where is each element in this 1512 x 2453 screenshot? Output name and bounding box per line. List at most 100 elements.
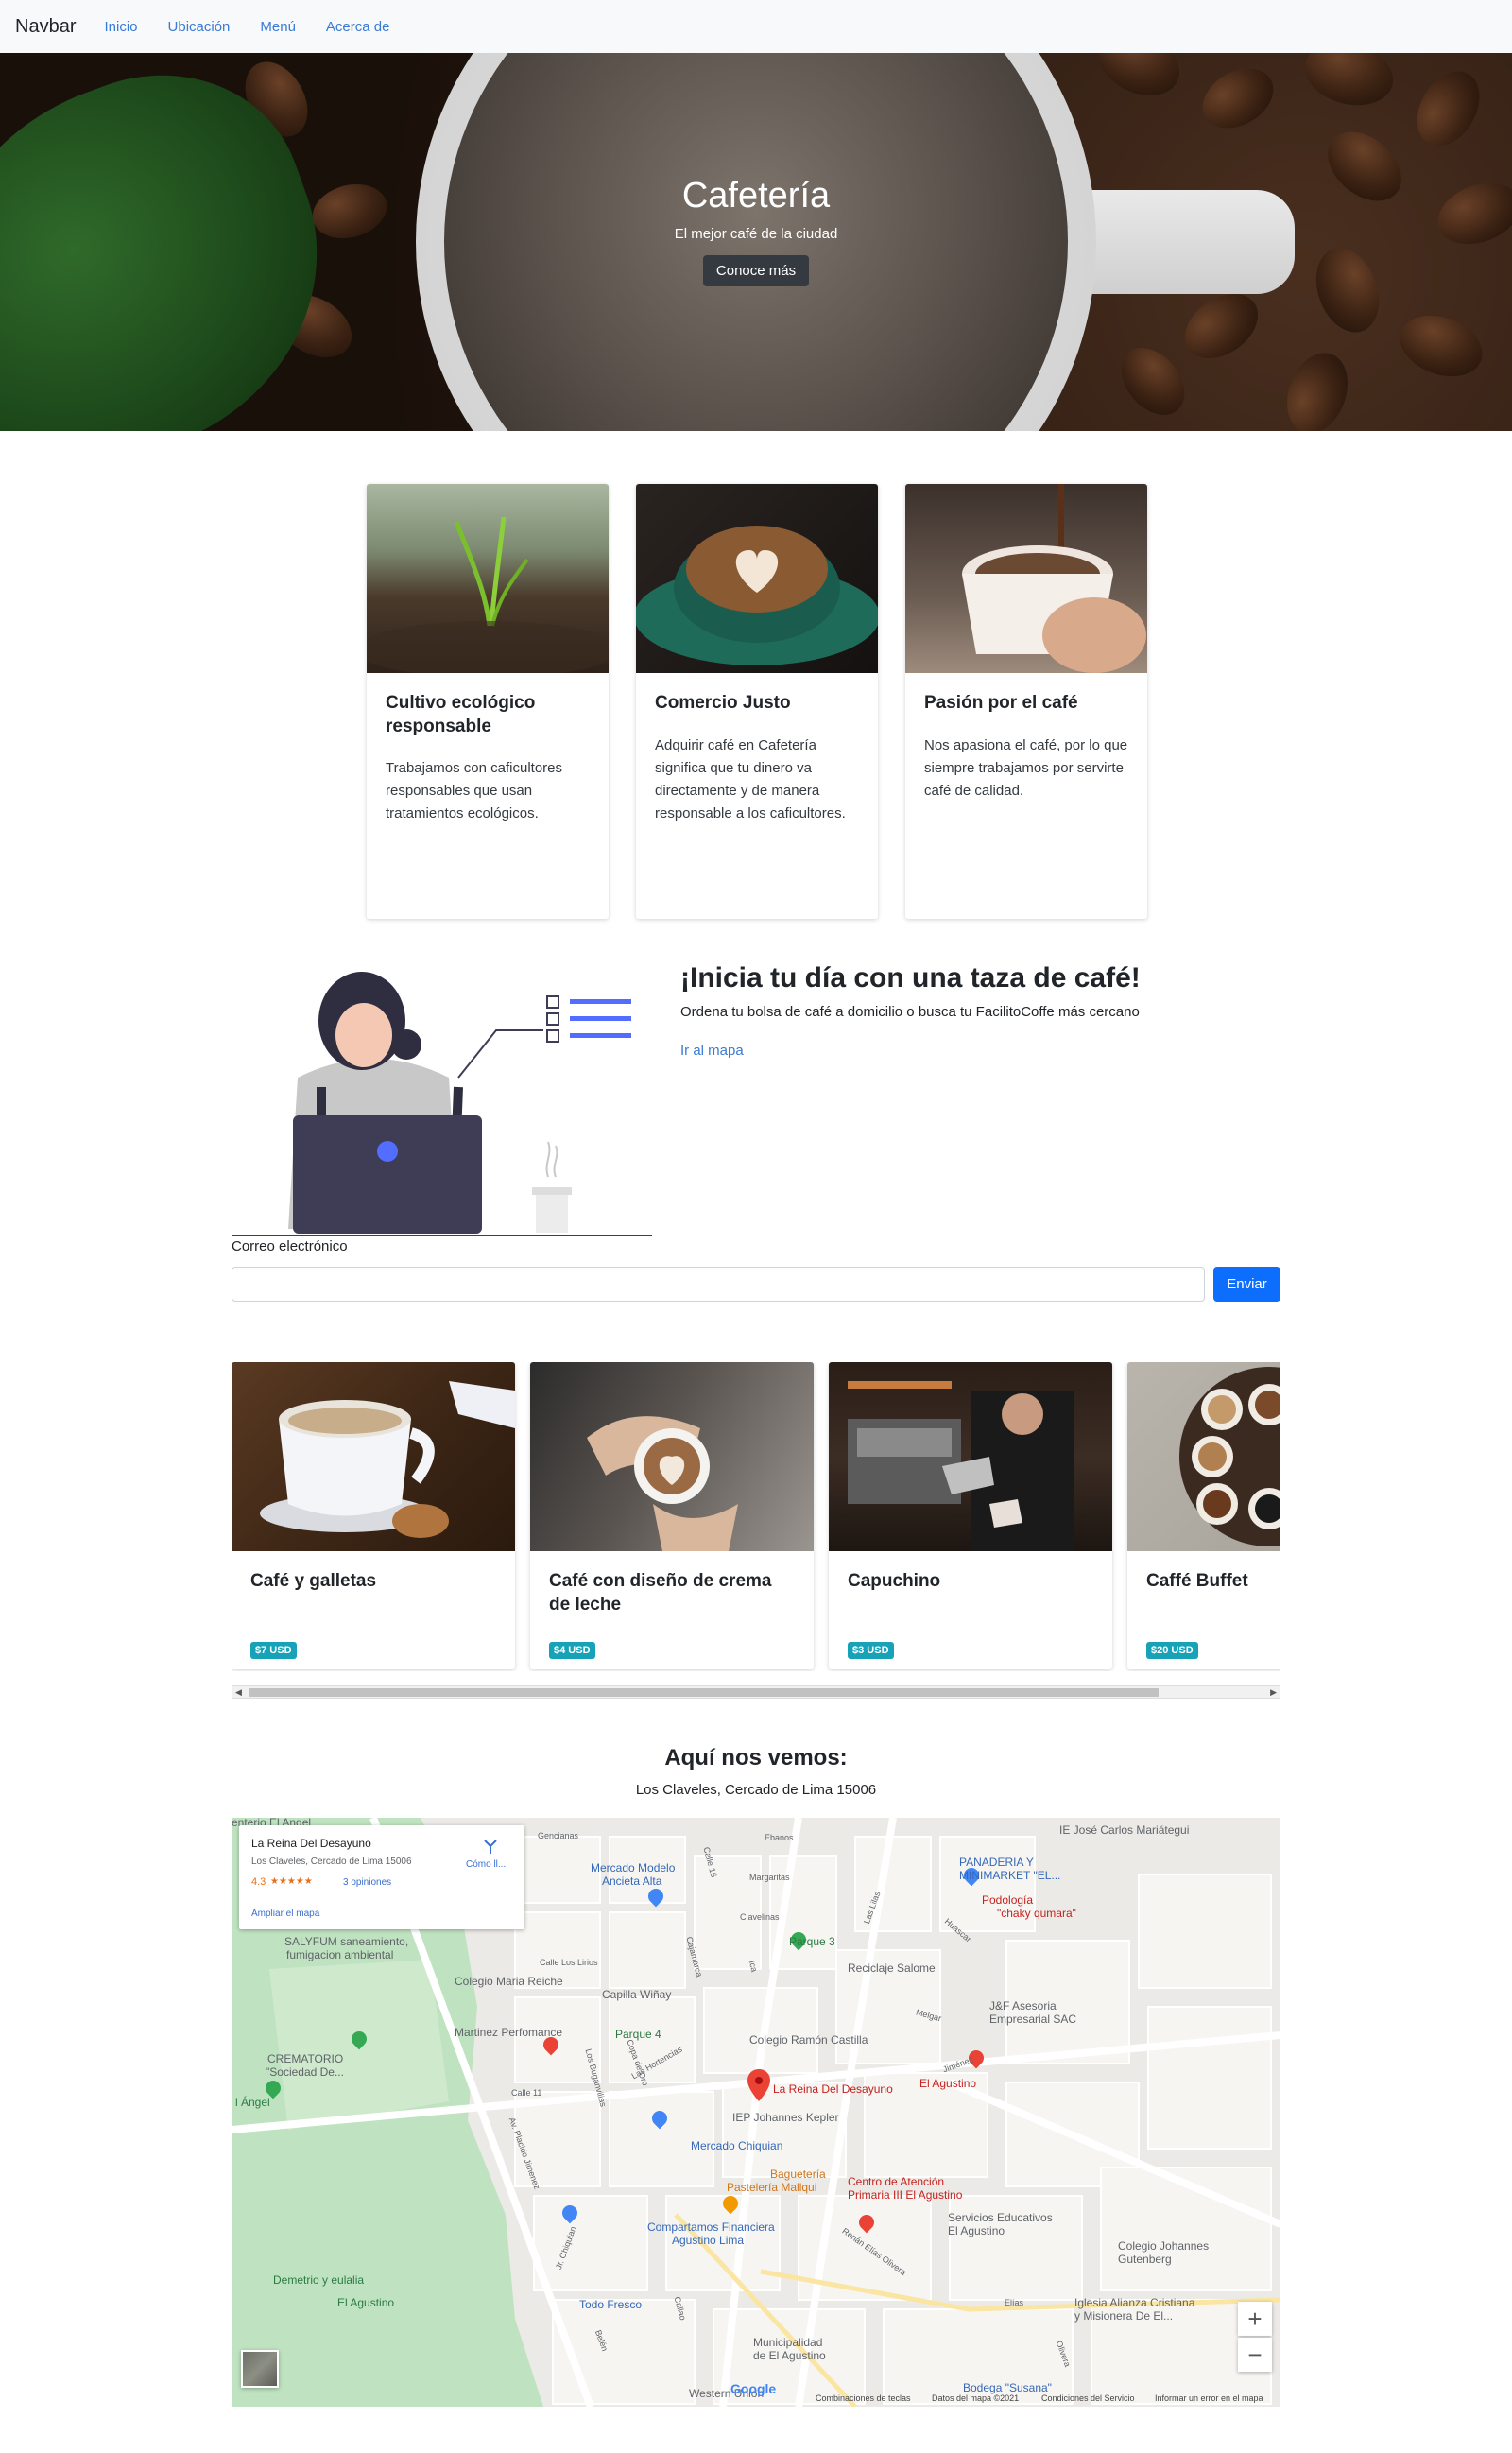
google-map[interactable]: enterio El Angel IE José Carlos Mariáteg…	[232, 1818, 1280, 2407]
barista-capuchino-image	[829, 1362, 1112, 1551]
map-label: Mercado Chiquian	[691, 2139, 783, 2152]
coffee-cookies-image	[232, 1362, 515, 1551]
navbar-brand[interactable]: Navbar	[15, 16, 76, 38]
satellite-toggle-button[interactable]	[241, 2350, 279, 2388]
nav-link-inicio[interactable]: Inicio	[104, 19, 137, 35]
seedling-image	[367, 484, 609, 673]
map-label: MINIMARKET "EL...	[959, 1869, 1061, 1882]
street-label: Calle Los Lirios	[540, 1958, 598, 1967]
enviar-button[interactable]: Enviar	[1213, 1267, 1280, 1302]
latte-art-image	[636, 484, 878, 673]
street-label: Calle 11	[511, 2088, 542, 2098]
map-label: CREMATORIO	[267, 2052, 344, 2065]
nav-link-acerca-de[interactable]: Acerca de	[326, 19, 390, 35]
map-label: El Agustino	[919, 2077, 977, 2090]
place-info-card[interactable]: La Reina Del Desayuno Los Claveles, Cerc…	[239, 1825, 524, 1929]
hero-subtitle: El mejor café de la ciudad	[674, 226, 838, 242]
navbar: Navbar Inicio Ubicación Menú Acerca de	[0, 0, 1512, 53]
map-label: Colegio Johannes	[1118, 2239, 1210, 2253]
main-marker-icon[interactable]	[747, 2069, 770, 2101]
scroll-thumb[interactable]	[249, 1688, 1159, 1697]
map-label: Demetrio y eulalia	[273, 2273, 365, 2287]
product-card[interactable]: Café con diseño de crema de leche $4 USD	[530, 1362, 814, 1669]
scroll-left-arrow-icon[interactable]: ◀	[235, 1686, 242, 1698]
nav-link-ubicacion[interactable]: Ubicación	[168, 19, 231, 35]
directions-link[interactable]: Cómo ll...	[466, 1859, 506, 1870]
feature-text: Trabajamos con caficultores responsables…	[386, 760, 563, 822]
map-label: de El Agustino	[753, 2349, 826, 2362]
terms-link[interactable]: Condiciones del Servicio	[1041, 2393, 1135, 2403]
reviews-link[interactable]: 3 opiniones	[343, 1877, 391, 1888]
email-field[interactable]	[232, 1267, 1205, 1302]
feature-title: Pasión por el café	[924, 693, 1078, 713]
map-label: Reciclaje Salome	[848, 1961, 936, 1975]
price-badge: $3 USD	[848, 1642, 894, 1659]
map-label: J&F Asesoria	[989, 1999, 1057, 2012]
report-error-link[interactable]: Informar un error en el mapa	[1155, 2393, 1263, 2403]
map-label: Centro de Atención	[848, 2175, 945, 2188]
map-label: fumigacion ambiental	[286, 1948, 394, 1961]
map-label: Todo Fresco	[579, 2298, 643, 2311]
nav-link-menu[interactable]: Menú	[260, 19, 296, 35]
enlarge-map-link[interactable]: Ampliar el mapa	[251, 1909, 319, 1919]
street-label: Gencianas	[538, 1831, 579, 1840]
street-label: Margaritas	[749, 1873, 790, 1882]
map-label: Bodega "Susana"	[963, 2381, 1052, 2394]
location-address: Los Claveles, Cercado de Lima 15006	[635, 1782, 877, 1798]
place-address: Los Claveles, Cercado de Lima 15006	[251, 1857, 412, 1867]
map-label: El Agustino	[337, 2296, 395, 2309]
ir-al-mapa-link[interactable]: Ir al mapa	[680, 1043, 744, 1059]
zoom-in-button[interactable]: +	[1238, 2302, 1272, 2336]
hero-title: Cafetería	[681, 176, 831, 216]
conoce-mas-button[interactable]: Conoce más	[702, 255, 810, 286]
map-label: El Agustino	[948, 2224, 1005, 2237]
hero-caption: Cafetería El mejor café de la ciudad Con…	[0, 53, 1512, 431]
map-label: Parque 4	[615, 2028, 662, 2041]
feature-card: Pasión por el café Nos apasiona el café,…	[905, 484, 1147, 919]
email-label: Correo electrónico	[232, 1238, 348, 1254]
location-title: Aquí nos vemos:	[664, 1745, 848, 1771]
map-label: Mercado Modelo	[591, 1861, 676, 1874]
map-label: PANADERIA Y	[959, 1856, 1034, 1869]
barista-illustration	[232, 972, 652, 1236]
map-label: Ancieta Alta	[602, 1874, 662, 1888]
coffee-buffet-image	[1127, 1362, 1280, 1551]
feature-text: Adquirir café en Cafetería significa que…	[655, 736, 846, 821]
product-card[interactable]: Café y galletas $7 USD	[232, 1362, 515, 1669]
rating-stars-icon: ★★★★★	[270, 1876, 313, 1887]
map-label: Iglesia Alianza Cristiana	[1074, 2296, 1195, 2309]
map-label: IE José Carlos Mariátegui	[1059, 1823, 1190, 1837]
price-badge: $7 USD	[250, 1642, 297, 1659]
zoom-out-button[interactable]: −	[1238, 2338, 1272, 2372]
map-label: Empresarial SAC	[989, 2012, 1077, 2026]
product-carousel[interactable]: Café y galletas $7 USD Café con diseño d…	[232, 1362, 1280, 1671]
feature-text: Nos apasiona el café, por lo que siempre…	[924, 736, 1128, 799]
map-data-text: Datos del mapa ©2021	[932, 2393, 1020, 2403]
map-label: Gutenberg	[1118, 2253, 1172, 2266]
place-rating: 4.3	[251, 1876, 266, 1888]
latte-design-image	[530, 1362, 814, 1551]
product-card[interactable]: Capuchino $3 USD	[829, 1362, 1112, 1669]
carousel-scrollbar[interactable]: ◀ ▶	[232, 1685, 1280, 1699]
product-title: Café con diseño de crema de leche	[549, 1571, 772, 1615]
scroll-right-arrow-icon[interactable]: ▶	[1270, 1686, 1277, 1698]
keyboard-shortcuts-link[interactable]: Combinaciones de teclas	[816, 2393, 911, 2403]
map-label: Municipalidad	[753, 2336, 823, 2349]
directions-icon[interactable]	[481, 1837, 500, 1856]
feature-card: Comercio Justo Adquirir café en Cafeterí…	[636, 484, 878, 919]
map-label: La Reina Del Desayuno	[773, 2082, 893, 2096]
feature-title: Cultivo ecológico responsable	[386, 693, 536, 736]
product-title: Café y galletas	[250, 1571, 377, 1591]
feature-title: Comercio Justo	[655, 693, 791, 713]
price-badge: $4 USD	[549, 1642, 595, 1659]
map-label: Colegio Maria Reiche	[455, 1975, 563, 1988]
map-label: y Misionera De El...	[1074, 2309, 1174, 2323]
map-label: Servicios Educativos	[948, 2211, 1053, 2224]
map-label: "Sociedad De...	[266, 2065, 344, 2079]
cta-text: Ordena tu bolsa de café a domicilio o bu…	[680, 1004, 1140, 1020]
map-label: Capilla Wiñay	[602, 1988, 672, 2001]
hero-banner: Cafetería El mejor café de la ciudad Con…	[0, 53, 1512, 431]
map-label: Pastelería Mallqui	[727, 2181, 817, 2194]
product-card[interactable]: Caffé Buffet $20 USD	[1127, 1362, 1280, 1669]
map-label: SALYFUM saneamiento,	[284, 1935, 409, 1948]
